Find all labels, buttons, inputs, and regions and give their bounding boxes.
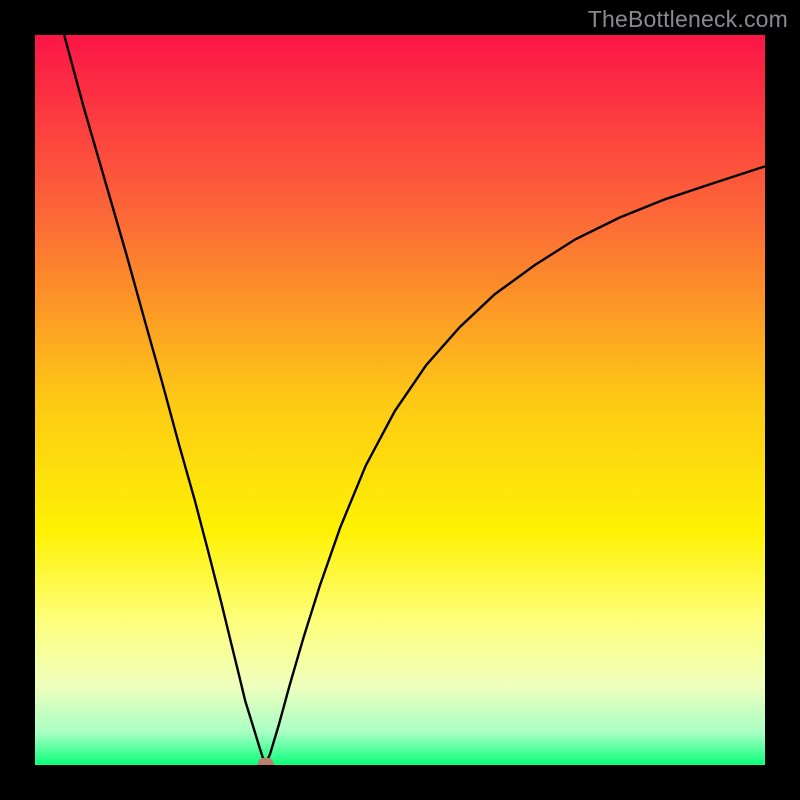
outer-frame: TheBottleneck.com <box>0 0 800 800</box>
chart-svg <box>35 35 765 765</box>
plot-area <box>35 35 765 765</box>
watermark-text: TheBottleneck.com <box>588 6 788 33</box>
gradient-background <box>35 35 765 765</box>
